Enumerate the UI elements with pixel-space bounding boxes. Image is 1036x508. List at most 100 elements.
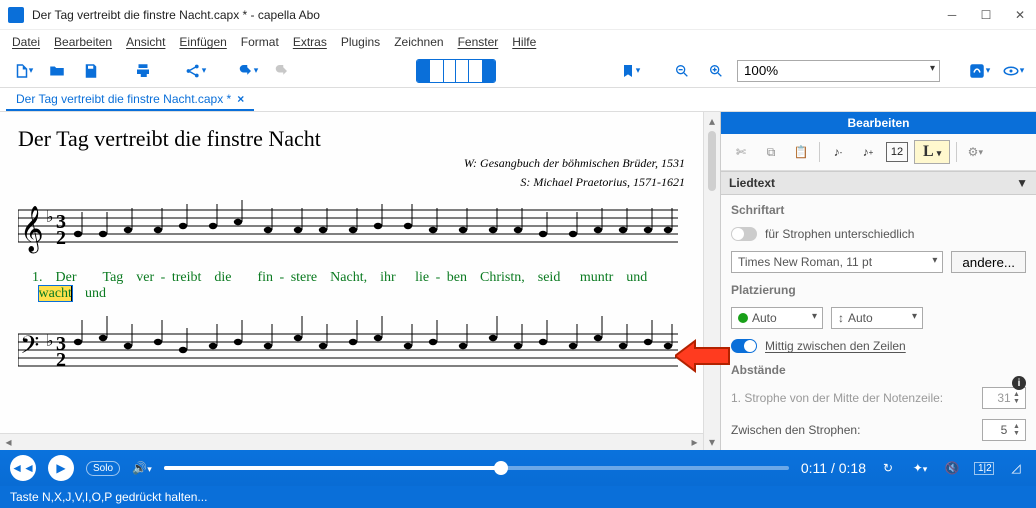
- app-icon: [8, 7, 24, 23]
- placement-dd-1[interactable]: Auto: [731, 307, 823, 329]
- placement-dd-2[interactable]: ↕Auto: [831, 307, 923, 329]
- score-credit-2: S: Michael Praetorius, 1571-1621: [18, 175, 685, 190]
- svg-text:♭: ♭: [46, 333, 54, 350]
- svg-text:𝄞: 𝄞: [20, 206, 44, 254]
- updown-icon: ↕: [838, 311, 844, 325]
- time-display: 0:11 / 0:18: [801, 460, 866, 476]
- view-mode-2[interactable]: [443, 60, 469, 82]
- vertical-scrollbar[interactable]: ▴ ▾: [703, 112, 720, 450]
- other-font-button[interactable]: andere...: [951, 251, 1026, 273]
- menu-extras[interactable]: Extras: [293, 35, 327, 49]
- new-file-button[interactable]: ▾: [10, 58, 36, 84]
- collapse-icon[interactable]: ▼: [1016, 176, 1028, 190]
- scroll-up-icon[interactable]: ▴: [704, 112, 720, 129]
- note2-icon[interactable]: ♪+: [856, 140, 880, 164]
- lyrics-section-header[interactable]: Liedtext ▼: [721, 171, 1036, 195]
- print-button[interactable]: [130, 58, 156, 84]
- status-text: Taste N,X,J,V,I,O,P gedrückt halten...: [10, 490, 207, 504]
- view-settings-button[interactable]: ▾: [1000, 58, 1026, 84]
- verse-distance-label: 1. Strophe von der Mitte der Notenzeile:: [731, 391, 974, 405]
- scroll-thumb[interactable]: [708, 131, 716, 191]
- play-button[interactable]: ▶: [48, 455, 74, 481]
- mute-icon[interactable]: 🔇: [942, 461, 962, 475]
- speaker-icon[interactable]: 🔊▾: [132, 461, 152, 475]
- between-verses-label: Zwischen den Strophen:: [731, 423, 974, 437]
- scroll-left-icon[interactable]: ◂: [0, 435, 17, 449]
- verse-distance-spinner[interactable]: 31▲▼: [982, 387, 1026, 409]
- lyrics-line[interactable]: 1. Der Tag ver - treibt die fin - stere …: [32, 270, 685, 302]
- center-between-lines-label: Mittig zwischen den Zeilen: [765, 339, 906, 353]
- L-dropdown[interactable]: L ▾: [914, 140, 950, 164]
- scroll-down-icon[interactable]: ▾: [704, 433, 720, 450]
- menu-help[interactable]: Hilfe: [512, 35, 536, 49]
- menu-edit[interactable]: Bearbeiten: [54, 35, 112, 49]
- solo-button[interactable]: Solo: [86, 461, 120, 476]
- font-section-label: Schriftart: [731, 203, 1026, 217]
- tools-icon[interactable]: ✦▾: [910, 461, 930, 475]
- side-panel: Bearbeiten ✄ ⧉ 📋 ♪- ♪+ 12 L ▾ ⚙▾ Liedtex…: [720, 112, 1036, 450]
- note1-icon[interactable]: ♪-: [826, 140, 850, 164]
- svg-text:2: 2: [56, 227, 66, 249]
- callout-arrow: [675, 339, 731, 376]
- rewind-button[interactable]: ◄◄: [10, 455, 36, 481]
- per-verse-font-label: für Strophen unterschiedlich: [765, 227, 914, 241]
- view-mode-3[interactable]: [469, 60, 495, 82]
- bookmark-button[interactable]: ▾: [617, 58, 643, 84]
- placement-section-label: Platzierung: [731, 283, 1026, 297]
- zoom-out-button[interactable]: [669, 58, 695, 84]
- menu-view[interactable]: Ansicht: [126, 35, 165, 49]
- undo-button[interactable]: ▾: [234, 58, 260, 84]
- playbar: ◄◄ ▶ Solo 🔊▾ 0:11 / 0:18 ↻ ✦▾ 🔇 1|2 ◿: [0, 450, 1036, 486]
- maximize-button[interactable]: ☐: [978, 7, 994, 23]
- zoom-in-button[interactable]: [703, 58, 729, 84]
- view-mode-group: [416, 59, 496, 83]
- staff-treble[interactable]: 𝄞 ♭ 3 2 [60,80,100,125,150,175,200,220,2…: [18, 200, 678, 260]
- share-button[interactable]: ▾: [182, 58, 208, 84]
- save-button[interactable]: [78, 58, 104, 84]
- between-verses-spinner[interactable]: 5▲▼: [982, 419, 1026, 441]
- distances-section-label: Abstände: [731, 363, 1026, 377]
- svg-text:𝄢: 𝄢: [20, 332, 39, 365]
- minimize-button[interactable]: ─: [944, 7, 960, 23]
- lyric-cursor[interactable]: wacht: [39, 286, 72, 301]
- window-title: Der Tag vertreibt die finstre Nacht.capx…: [32, 8, 944, 22]
- color-button[interactable]: ▾: [966, 58, 992, 84]
- copy-icon[interactable]: ⧉: [759, 140, 783, 164]
- metronome-icon[interactable]: ◿: [1006, 461, 1026, 475]
- info-icon[interactable]: i: [1012, 376, 1026, 390]
- view-mode-1[interactable]: [417, 60, 443, 82]
- svg-text:2: 2: [56, 349, 66, 371]
- bars-button[interactable]: 1|2: [974, 462, 994, 475]
- per-verse-font-toggle[interactable]: [731, 227, 757, 241]
- svg-text:♭: ♭: [46, 209, 54, 226]
- menu-format[interactable]: Format: [241, 35, 279, 49]
- zoom-select[interactable]: [737, 60, 940, 82]
- staff-bass[interactable]: 𝄢 ♭ 3 2: [18, 316, 678, 386]
- box12-icon[interactable]: 12: [886, 142, 908, 162]
- font-dropdown[interactable]: Times New Roman, 11 pt: [731, 251, 943, 273]
- document-tab[interactable]: Der Tag vertreibt die finstre Nacht.capx…: [6, 88, 254, 111]
- horizontal-scrollbar[interactable]: ◂ ▸: [0, 433, 703, 450]
- scroll-right-icon[interactable]: ▸: [686, 435, 703, 449]
- progress-track[interactable]: [164, 466, 789, 470]
- paste-icon[interactable]: 📋: [789, 140, 813, 164]
- redo-button[interactable]: [268, 58, 294, 84]
- loop-icon[interactable]: ↻: [878, 461, 898, 475]
- plugin-icon[interactable]: ⚙▾: [963, 140, 987, 164]
- side-panel-header: Bearbeiten: [721, 112, 1036, 134]
- tab-close-icon[interactable]: ×: [237, 92, 244, 106]
- score-title: Der Tag vertreibt die finstre Nacht: [18, 126, 685, 152]
- center-between-lines-toggle[interactable]: [731, 339, 757, 353]
- menu-insert[interactable]: Einfügen: [179, 35, 226, 49]
- close-button[interactable]: ✕: [1012, 7, 1028, 23]
- progress-fill: [164, 466, 501, 470]
- progress-knob[interactable]: [494, 461, 508, 475]
- cut-icon[interactable]: ✄: [729, 140, 753, 164]
- menu-window[interactable]: Fenster: [458, 35, 499, 49]
- menu-plugins[interactable]: Plugins: [341, 35, 380, 49]
- open-button[interactable]: [44, 58, 70, 84]
- menu-file[interactable]: Datei: [12, 35, 40, 49]
- menu-draw[interactable]: Zeichnen: [394, 35, 443, 49]
- tab-label: Der Tag vertreibt die finstre Nacht.capx…: [16, 92, 231, 106]
- score-credit-1: W: Gesangbuch der böhmischen Brüder, 153…: [18, 156, 685, 171]
